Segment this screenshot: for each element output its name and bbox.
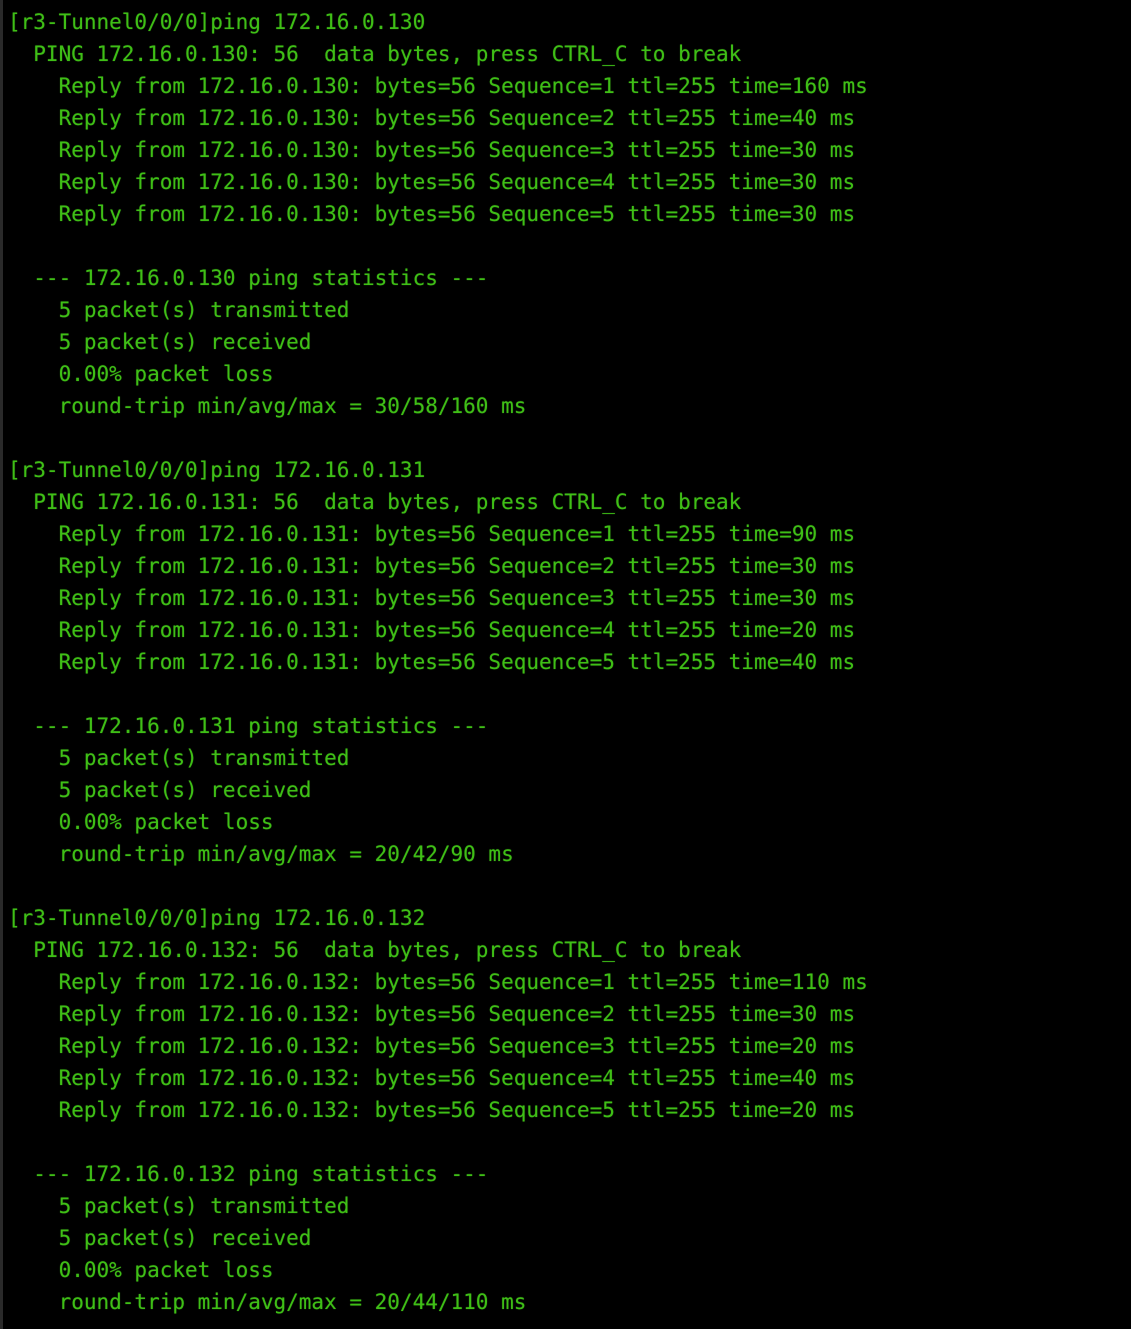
ping-statistics-header: --- 172.16.0.131 ping statistics --- [8,714,489,738]
ping-reply-line: Reply from 172.16.0.131: bytes=56 Sequen… [8,554,856,578]
ping-reply-line: Reply from 172.16.0.130: bytes=56 Sequen… [8,74,868,98]
ping-header-line: PING 172.16.0.131: 56 data bytes, press … [8,490,742,514]
ping-packet-count-line: 5 packet(s) transmitted [8,746,350,770]
ping-reply-line: Reply from 172.16.0.132: bytes=56 Sequen… [8,1034,856,1058]
ping-reply-line: Reply from 172.16.0.131: bytes=56 Sequen… [8,618,856,642]
ping-reply-line: Reply from 172.16.0.132: bytes=56 Sequen… [8,1002,856,1026]
ping-round-trip-line: round-trip min/avg/max = 30/58/160 ms [8,394,527,418]
terminal-prompt-line: [r3-Tunnel0/0/0]ping 172.16.0.131 [8,458,426,482]
ping-round-trip-line: round-trip min/avg/max = 20/42/90 ms [8,842,514,866]
ping-packet-count-line: 5 packet(s) received [8,330,312,354]
ping-packet-count-line: 5 packet(s) transmitted [8,1194,350,1218]
ping-reply-line: Reply from 172.16.0.131: bytes=56 Sequen… [8,650,856,674]
ping-header-line: PING 172.16.0.132: 56 data bytes, press … [8,938,742,962]
ping-packet-count-line: 5 packet(s) transmitted [8,298,350,322]
ping-statistics-header: --- 172.16.0.132 ping statistics --- [8,1162,489,1186]
terminal-prompt-line: [r3-Tunnel0/0/0]ping 172.16.0.132 [8,906,426,930]
ping-header-line: PING 172.16.0.130: 56 data bytes, press … [8,42,742,66]
ping-reply-line: Reply from 172.16.0.132: bytes=56 Sequen… [8,970,868,994]
ping-reply-line: Reply from 172.16.0.132: bytes=56 Sequen… [8,1098,856,1122]
ping-packet-count-line: 5 packet(s) received [8,778,312,802]
terminal-output-area[interactable]: [r3-Tunnel0/0/0]ping 172.16.0.130 PING 1… [0,0,1131,1318]
ping-reply-line: Reply from 172.16.0.131: bytes=56 Sequen… [8,522,856,546]
ping-round-trip-line: round-trip min/avg/max = 20/44/110 ms [8,1290,527,1314]
ping-packet-loss-line: 0.00% packet loss [8,810,274,834]
ping-reply-line: Reply from 172.16.0.130: bytes=56 Sequen… [8,138,856,162]
ping-reply-line: Reply from 172.16.0.130: bytes=56 Sequen… [8,202,856,226]
ping-statistics-header: --- 172.16.0.130 ping statistics --- [8,266,489,290]
ping-reply-line: Reply from 172.16.0.130: bytes=56 Sequen… [8,170,856,194]
ping-packet-count-line: 5 packet(s) received [8,1226,312,1250]
ping-packet-loss-line: 0.00% packet loss [8,362,274,386]
ping-reply-line: Reply from 172.16.0.130: bytes=56 Sequen… [8,106,856,130]
ping-reply-line: Reply from 172.16.0.132: bytes=56 Sequen… [8,1066,856,1090]
terminal-window[interactable]: [r3-Tunnel0/0/0]ping 172.16.0.130 PING 1… [0,0,1131,1329]
terminal-prompt-line: [r3-Tunnel0/0/0]ping 172.16.0.130 [8,10,426,34]
ping-reply-line: Reply from 172.16.0.131: bytes=56 Sequen… [8,586,856,610]
ping-packet-loss-line: 0.00% packet loss [8,1258,274,1282]
